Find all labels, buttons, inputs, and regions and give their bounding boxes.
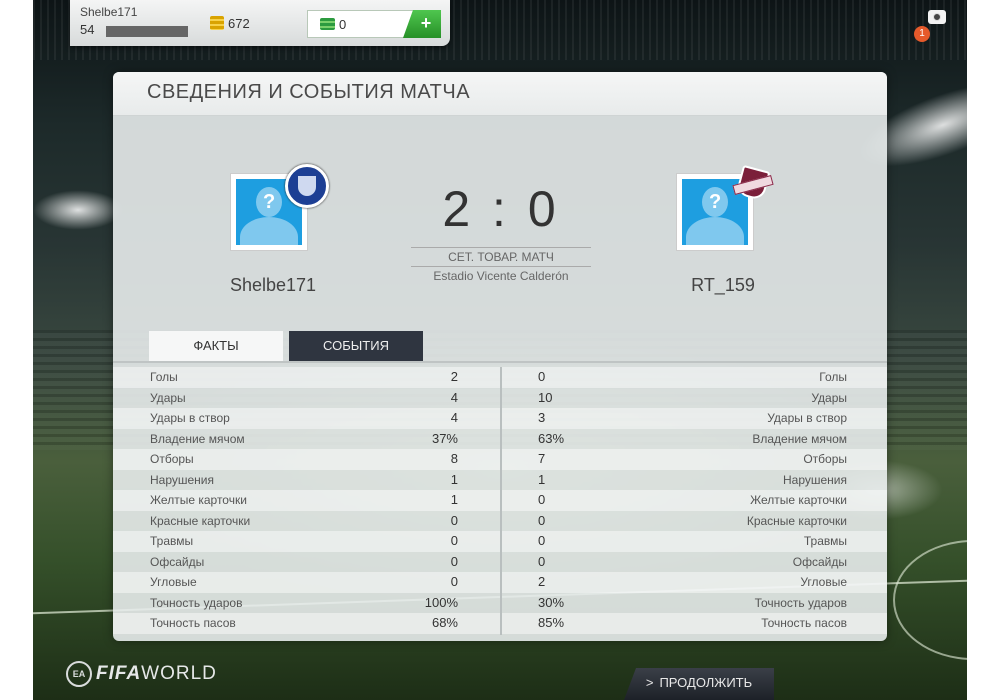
- stat-label-away: Удары в створ: [767, 411, 847, 425]
- stat-label-home: Точность ударов: [150, 595, 243, 610]
- stat-label-away: Желтые карточки: [750, 493, 847, 507]
- stat-label-home: Голы: [150, 370, 178, 384]
- stat-label-home: Красные карточки: [150, 513, 251, 528]
- logo-fifa-text: FIFA: [96, 663, 142, 684]
- fifa-points-box: 0 +: [307, 10, 441, 38]
- stat-label-home: Травмы: [150, 534, 194, 548]
- stat-label-home: Удары в створ: [150, 411, 230, 425]
- panel-title: СВЕДЕНИЯ И СОБЫТИЯ МАТЧА: [147, 81, 471, 103]
- camera-icon[interactable]: [928, 10, 946, 24]
- stat-value-away: 0: [538, 512, 546, 528]
- notification-badge[interactable]: 1: [914, 26, 930, 42]
- xp-progress-bar: [106, 26, 188, 37]
- stat-label-away: Точность пасов: [761, 616, 847, 630]
- ea-logo-icon: EA: [66, 661, 92, 687]
- stat-label-home: Желтые карточки: [150, 493, 247, 507]
- stat-value-away: 0: [538, 369, 546, 384]
- stat-value-home: 100%: [424, 594, 458, 610]
- continue-button[interactable]: > ПРОДОЛЖИТЬ: [624, 668, 774, 700]
- user-status-bar: Shelbe171 54 672 0 +: [70, 0, 450, 46]
- match-details-panel: СВЕДЕНИЯ И СОБЫТИЯ МАТЧА ? Shelbe171 2 :…: [113, 72, 887, 641]
- chevron-right-icon: >: [645, 675, 654, 690]
- stat-value-away: 2: [538, 574, 546, 589]
- fifa-world-logo: EA FIFA WORLD: [66, 660, 217, 688]
- stat-label-home: Отборы: [150, 452, 194, 466]
- coin-balance: 672: [228, 16, 250, 31]
- tab-events[interactable]: СОБЫТИЯ: [289, 331, 423, 361]
- away-player-name: RT_159: [691, 275, 755, 295]
- stat-value-away: 0: [538, 533, 546, 548]
- stat-value-home: 0: [450, 512, 458, 528]
- stat-value-home: 2: [450, 369, 458, 384]
- continue-label: ПРОДОЛЖИТЬ: [659, 675, 753, 690]
- stat-value-away: 1: [538, 471, 546, 487]
- home-club-badge-icon: [285, 164, 329, 208]
- add-points-button[interactable]: +: [403, 10, 441, 38]
- panel-header: СВЕДЕНИЯ И СОБЫТИЯ МАТЧА: [113, 72, 887, 116]
- pitch-arc: [893, 540, 967, 660]
- stat-value-home: 4: [450, 389, 458, 405]
- stat-label-home: Нарушения: [150, 472, 215, 487]
- stat-label-away: Травмы: [803, 534, 847, 548]
- stat-value-home: 0: [450, 574, 458, 589]
- tab-facts[interactable]: ФАКТЫ: [149, 331, 283, 361]
- match-score: 2 : 0: [442, 181, 560, 237]
- xp-progress-fill: [106, 26, 188, 37]
- stat-value-away: 63%: [538, 430, 565, 446]
- stat-label-away: Офсайды: [792, 554, 847, 569]
- floodlight: [33, 190, 123, 230]
- home-player-name: Shelbe171: [229, 275, 317, 295]
- stat-label-home: Офсайды: [150, 554, 205, 569]
- stat-value-away: 0: [538, 553, 546, 569]
- user-level: 54: [80, 22, 95, 37]
- stat-label-away: Владение мячом: [752, 431, 847, 446]
- stats-divider: [500, 367, 502, 635]
- stat-label-away: Голы: [819, 370, 847, 384]
- fifa-points-icon: [320, 18, 335, 30]
- stat-value-home: 0: [450, 533, 458, 548]
- stat-value-home: 68%: [431, 615, 458, 630]
- logo-world-text: WORLD: [141, 663, 217, 684]
- stat-value-home: 37%: [431, 430, 458, 446]
- stat-value-home: 8: [450, 451, 458, 466]
- stat-label-away: Отборы: [803, 452, 847, 466]
- match-type: СЕТ. ТОВАР. МАТЧ: [411, 247, 591, 267]
- stat-value-away: 10: [538, 389, 553, 405]
- coin-stack-icon: [210, 16, 224, 30]
- stat-label-home: Удары: [150, 390, 186, 405]
- username: Shelbe171: [80, 5, 138, 19]
- fifa-points-balance: 0: [339, 17, 347, 32]
- away-club-badge-icon: [732, 164, 774, 206]
- stat-value-home: 0: [450, 553, 458, 569]
- stat-value-home: 1: [450, 471, 458, 487]
- stadium-name: Estadio Vicente Calderón: [433, 269, 569, 283]
- stat-label-home: Угловые: [150, 575, 197, 589]
- stat-label-away: Удары: [811, 390, 847, 405]
- stat-value-away: 7: [538, 451, 546, 466]
- stat-label-away: Точность ударов: [754, 595, 847, 610]
- stat-label-away: Красные карточки: [746, 513, 847, 528]
- stat-value-away: 30%: [538, 594, 565, 610]
- stat-label-home: Точность пасов: [150, 616, 236, 630]
- stat-value-away: 3: [538, 410, 546, 425]
- stat-value-away: 85%: [538, 615, 565, 630]
- stat-value-away: 0: [538, 492, 546, 507]
- stat-value-home: 4: [450, 410, 458, 425]
- stat-label-away: Угловые: [800, 575, 847, 589]
- stat-label-home: Владение мячом: [150, 431, 245, 446]
- stat-value-home: 1: [450, 492, 458, 507]
- tab-underline: [113, 361, 887, 363]
- stat-label-away: Нарушения: [782, 472, 847, 487]
